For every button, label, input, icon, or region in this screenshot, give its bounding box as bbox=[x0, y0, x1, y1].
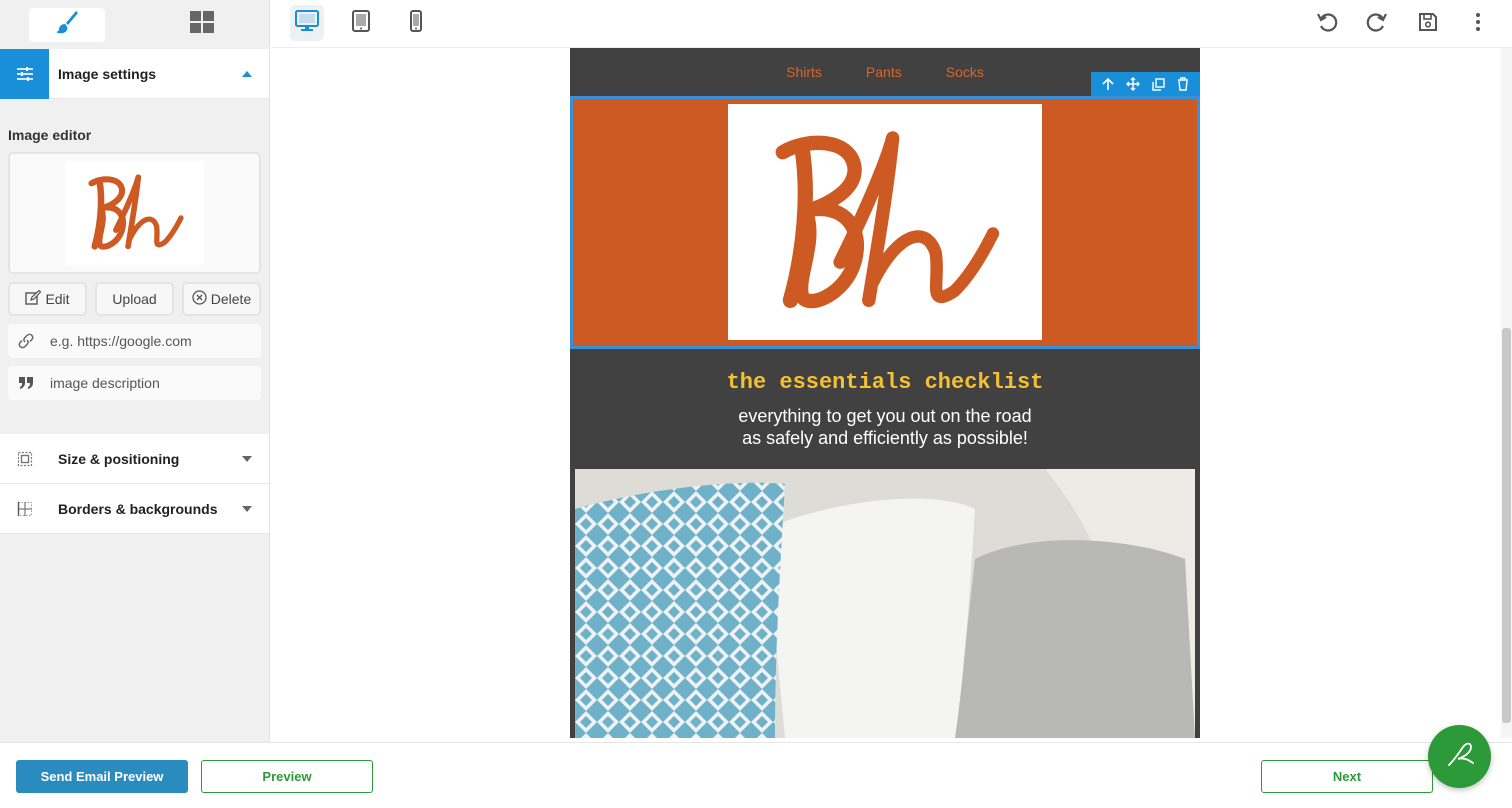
nav-link-socks[interactable]: Socks bbox=[946, 64, 984, 80]
image-settings-header[interactable]: Image settings bbox=[0, 48, 269, 99]
pillows-photo[interactable] bbox=[575, 469, 1195, 738]
edit-label: Edit bbox=[45, 291, 70, 307]
borders-icon bbox=[0, 484, 49, 534]
canvas-scrollbar[interactable] bbox=[1501, 48, 1512, 738]
top-toolbar bbox=[271, 0, 1512, 48]
frame-icon bbox=[0, 434, 49, 484]
move-icon[interactable] bbox=[1122, 73, 1144, 95]
chat-button[interactable] bbox=[1428, 725, 1491, 788]
size-positioning-header[interactable]: Size & positioning bbox=[0, 434, 269, 484]
bottom-bar: Send Email Preview Preview Next bbox=[0, 742, 1512, 808]
more-vert-icon bbox=[1475, 12, 1481, 37]
logo-thumbnail bbox=[65, 161, 204, 265]
trash-icon[interactable] bbox=[1172, 73, 1194, 95]
email-subtitle: everything to get you out on the road as… bbox=[570, 405, 1200, 449]
save-button[interactable] bbox=[1413, 9, 1443, 39]
grid-icon bbox=[189, 10, 215, 39]
caret-down-icon bbox=[225, 455, 269, 462]
more-options-button[interactable] bbox=[1463, 9, 1493, 39]
mobile-view-button[interactable] bbox=[399, 5, 433, 41]
link-field bbox=[8, 324, 261, 358]
link-icon bbox=[8, 333, 44, 349]
edit-icon bbox=[25, 289, 42, 309]
borders-backgrounds-header[interactable]: Borders & backgrounds bbox=[0, 484, 269, 534]
email-preview: Shirts Pants Socks the essentials checkl… bbox=[570, 48, 1200, 738]
preview-button[interactable]: Preview bbox=[201, 760, 373, 793]
redo-button[interactable] bbox=[1362, 9, 1392, 39]
scrollbar-thumb[interactable] bbox=[1502, 328, 1511, 723]
image-editor-label: Image editor bbox=[8, 127, 92, 143]
tab-style-pill bbox=[29, 7, 106, 42]
duplicate-icon[interactable] bbox=[1147, 73, 1169, 95]
sliders-icon bbox=[0, 48, 49, 99]
redo-icon bbox=[1366, 11, 1388, 38]
size-positioning-label: Size & positioning bbox=[58, 450, 180, 467]
email-subtitle-line-2: as safely and efficiently as possible! bbox=[742, 428, 1028, 448]
edit-button[interactable]: Edit bbox=[8, 282, 87, 316]
caret-down-icon bbox=[225, 505, 269, 512]
arrow-up-icon[interactable] bbox=[1097, 73, 1119, 95]
nav-link-shirts[interactable]: Shirts bbox=[786, 64, 822, 80]
upload-button[interactable]: Upload bbox=[95, 282, 174, 316]
email-subtitle-line-1: everything to get you out on the road bbox=[738, 406, 1032, 426]
quote-icon bbox=[8, 376, 44, 390]
close-circle-icon bbox=[192, 290, 207, 308]
desktop-icon bbox=[295, 9, 319, 37]
undo-icon bbox=[1316, 11, 1338, 38]
borders-backgrounds-label: Borders & backgrounds bbox=[58, 500, 218, 517]
block-toolbar bbox=[1091, 72, 1200, 96]
image-settings-label: Image settings bbox=[58, 65, 157, 82]
nav-link-pants[interactable]: Pants bbox=[866, 64, 902, 80]
sidebar-tabs bbox=[0, 0, 269, 49]
tablet-view-button[interactable] bbox=[344, 5, 378, 41]
next-button[interactable]: Next bbox=[1261, 760, 1433, 793]
mobile-icon bbox=[410, 9, 422, 37]
image-preview[interactable] bbox=[8, 152, 261, 274]
email-title: the essentials checklist bbox=[726, 370, 1044, 395]
image-actions: Edit Upload Delete bbox=[8, 282, 261, 316]
image-settings-body: Image editor Edit Upload Delete e.g. htt… bbox=[0, 127, 269, 400]
chat-logo-icon bbox=[1445, 739, 1475, 774]
editor-canvas: Shirts Pants Socks the essentials checkl… bbox=[271, 48, 1501, 738]
hero-image-block[interactable] bbox=[570, 96, 1200, 349]
tab-blocks[interactable] bbox=[135, 0, 270, 49]
send-email-preview-button[interactable]: Send Email Preview bbox=[16, 760, 188, 793]
paintbrush-icon bbox=[54, 9, 80, 40]
desktop-view-button[interactable] bbox=[290, 5, 324, 41]
undo-button[interactable] bbox=[1312, 9, 1342, 39]
sidebar: Image settings Image editor Edit Upload … bbox=[0, 0, 270, 742]
link-input[interactable] bbox=[50, 333, 250, 349]
save-icon bbox=[1418, 12, 1438, 37]
delete-button[interactable]: Delete bbox=[182, 282, 261, 316]
caret-up-icon bbox=[225, 70, 269, 77]
tab-style[interactable] bbox=[0, 0, 135, 49]
delete-label: Delete bbox=[210, 291, 252, 307]
tablet-icon bbox=[352, 9, 370, 37]
alt-input[interactable] bbox=[50, 375, 250, 391]
upload-label: Upload bbox=[112, 291, 157, 307]
alt-field bbox=[8, 366, 261, 400]
hero-logo-image[interactable] bbox=[728, 104, 1042, 340]
